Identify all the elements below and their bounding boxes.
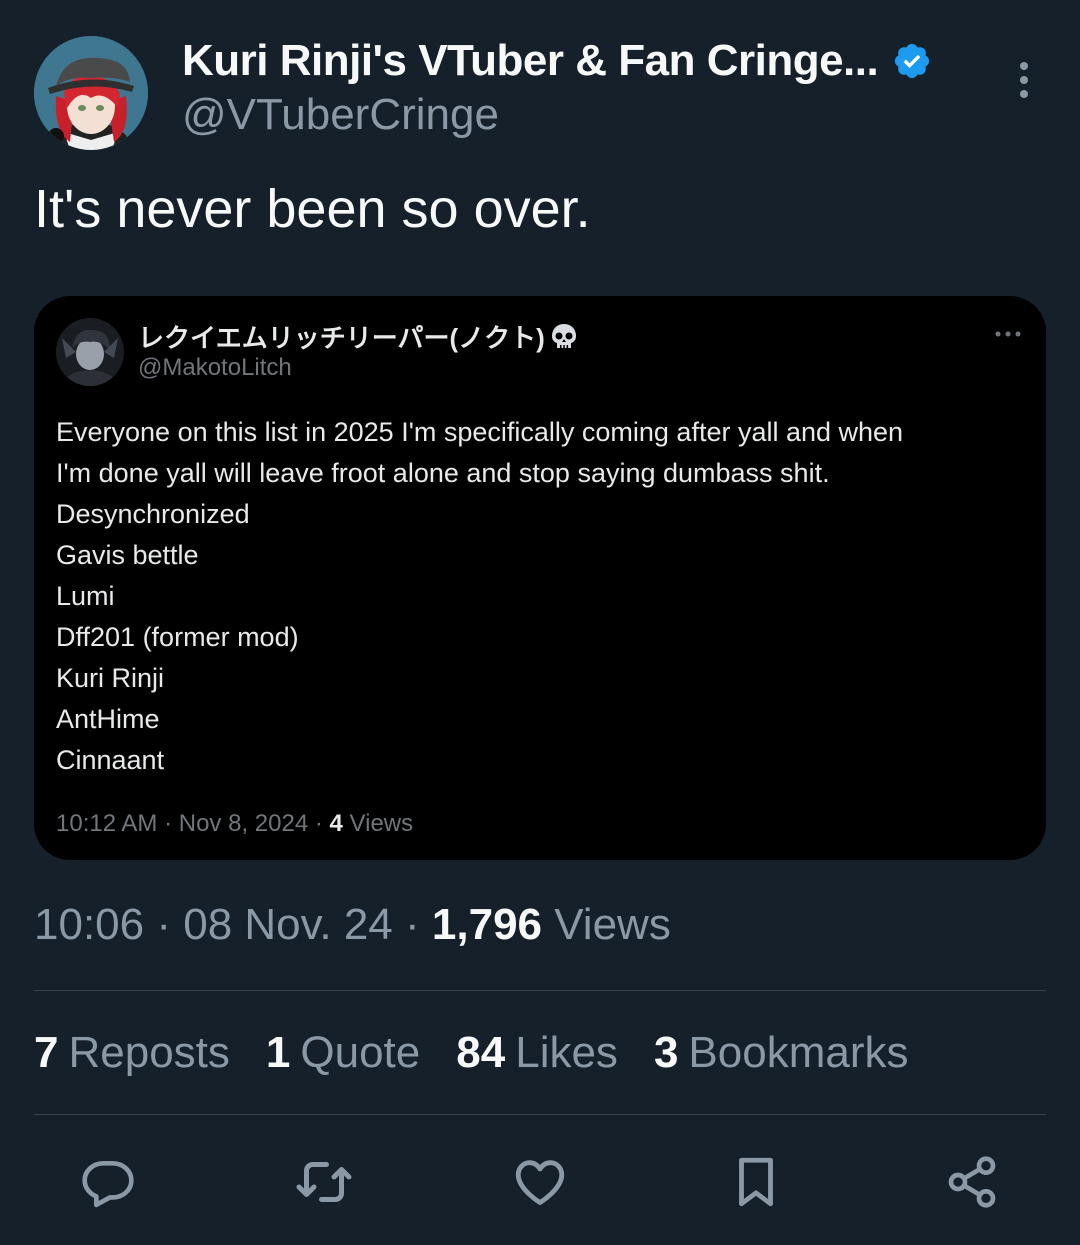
quoted-author-handle[interactable]: @MakotoLitch [138, 354, 292, 382]
tweet-detail: Kuri Rinji's VTuber & Fan Cringe... @VTu… [0, 0, 1080, 1245]
engagement-stats: 7 Reposts 1 Quote 84 Likes 3 Bookmarks [34, 1028, 945, 1078]
author-name-row: Kuri Rinji's VTuber & Fan Cringe... [182, 36, 932, 86]
share-button[interactable] [940, 1150, 1004, 1214]
likes-stat[interactable]: 84 Likes [456, 1028, 618, 1078]
quoted-text-line: Desynchronized [56, 499, 250, 529]
quoted-views-count: 4 [329, 810, 343, 837]
quotes-stat[interactable]: 1 Quote [266, 1028, 420, 1078]
quoted-tweet-text: Everyone on this list in 2025 I'm specif… [56, 412, 1026, 781]
bookmarks-count: 3 [653, 1028, 679, 1077]
quoted-time: 10:12 AM [56, 810, 158, 837]
bookmark-button[interactable] [724, 1150, 788, 1214]
separator-dot: · [156, 900, 184, 949]
repost-icon [296, 1162, 352, 1202]
author-avatar[interactable] [34, 36, 148, 150]
repost-button[interactable] [292, 1150, 356, 1214]
author-display-name[interactable]: Kuri Rinji's VTuber & Fan Cringe... [182, 36, 879, 86]
views-label: Views [554, 900, 671, 949]
quoted-date: Nov 8, 2024 [178, 810, 309, 837]
divider [34, 990, 1046, 991]
quoted-tweet-card[interactable]: レクイエムリッチリーパー(ノクト) @MakotoLitch Everyone … [34, 296, 1046, 860]
likes-label: Likes [515, 1028, 618, 1077]
quoted-text-line: I'm done yall will leave froot alone and… [56, 458, 830, 488]
quoted-text-line: Kuri Rinji [56, 663, 165, 693]
quoted-text-line: Lumi [56, 581, 115, 611]
divider [34, 1114, 1046, 1115]
quote-count: 1 [265, 1028, 291, 1077]
reply-button[interactable] [76, 1150, 140, 1214]
quoted-author-name-row: レクイエムリッチリーパー(ノクト) [138, 318, 579, 355]
tweet-meta: 10:06 · 08 Nov. 24 · 1,796 Views [34, 900, 671, 950]
bookmarks-stat[interactable]: 3 Bookmarks [654, 1028, 909, 1078]
verified-badge-icon [895, 43, 930, 79]
separator-dot: · [164, 810, 179, 837]
reposts-count: 7 [34, 1028, 59, 1077]
quoted-views-label: Views [349, 810, 414, 837]
quoted-author-avatar[interactable] [56, 318, 124, 386]
quoted-text-line: AntHime [56, 704, 160, 734]
author-handle[interactable]: @VTuberCringe [182, 90, 499, 140]
separator-dot: · [314, 810, 330, 837]
quoted-text-line: Cinnaant [56, 745, 165, 775]
quoted-text-line: Dff201 (former mod) [56, 622, 299, 652]
reposts-stat[interactable]: 7 Reposts [34, 1028, 230, 1078]
tweet-date[interactable]: 08 Nov. 24 [183, 900, 393, 949]
tweet-time[interactable]: 10:06 [34, 900, 144, 949]
quote-label: Quote [300, 1028, 421, 1077]
quoted-text-line: Gavis bettle [56, 540, 199, 570]
like-button[interactable] [508, 1150, 572, 1214]
quoted-text-line: Everyone on this list in 2025 I'm specif… [56, 417, 904, 447]
bookmark-icon [739, 1157, 773, 1207]
more-options-icon[interactable] [1006, 58, 1042, 102]
likes-count: 84 [456, 1028, 506, 1077]
quoted-tweet-meta: 10:12 AM · Nov 8, 2024 · 4 Views [56, 810, 413, 838]
like-icon [515, 1160, 565, 1205]
bookmarks-label: Bookmarks [688, 1028, 909, 1077]
reply-icon [82, 1161, 134, 1208]
skull-icon [551, 323, 576, 348]
reposts-label: Reposts [68, 1028, 230, 1077]
quoted-author-display-name[interactable]: レクイエムリッチリーパー(ノクト) [138, 318, 545, 355]
quoted-more-options-icon[interactable] [992, 324, 1024, 344]
views-count: 1,796 [431, 900, 543, 949]
tweet-text: It's never been so over. [34, 179, 591, 239]
share-icon [948, 1156, 996, 1208]
separator-dot: · [405, 900, 432, 949]
